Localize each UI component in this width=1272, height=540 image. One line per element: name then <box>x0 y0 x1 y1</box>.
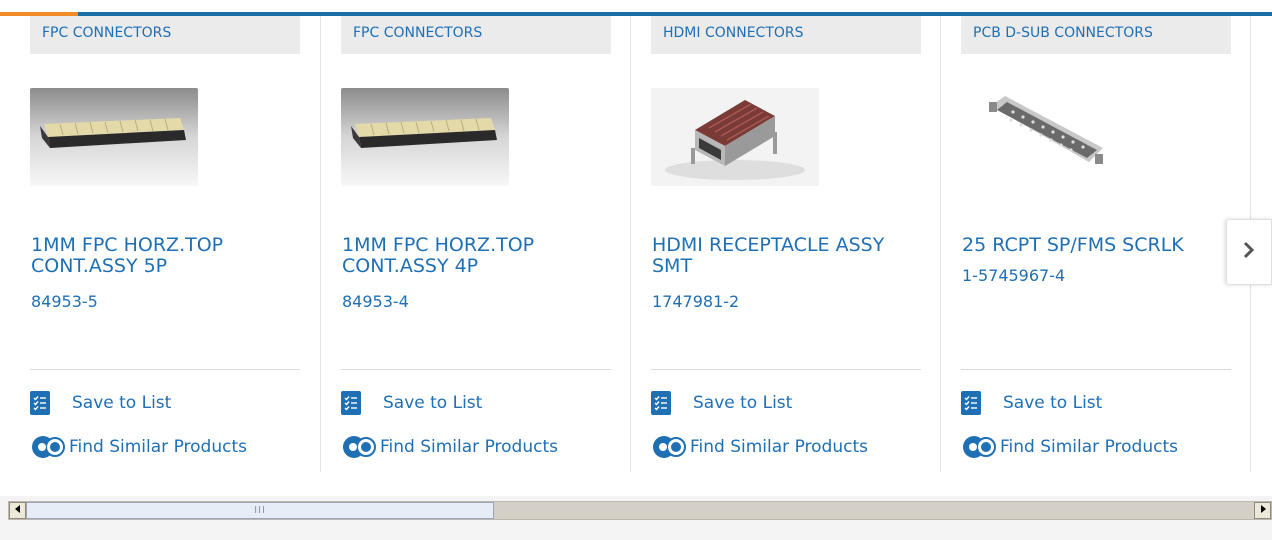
product-title-line: CONT.ASSY 4P <box>342 255 479 277</box>
category-label[interactable]: FPC CONNECTORS <box>341 16 611 54</box>
horizontal-scrollbar[interactable]: III <box>8 501 1272 520</box>
product-card: FPC CONNECTORS 1MM FPC HORZ.TOP CONT.ASS… <box>30 16 300 472</box>
card-divider <box>320 16 321 472</box>
scroll-left-button[interactable] <box>9 502 26 519</box>
card-divider <box>630 16 631 472</box>
find-similar-icon <box>30 433 66 461</box>
category-label[interactable]: FPC CONNECTORS <box>30 16 300 54</box>
category-label[interactable]: HDMI CONNECTORS <box>651 16 921 54</box>
find-similar-label: Find Similar Products <box>690 437 868 457</box>
product-card: FPC CONNECTORS 1MM FPC HORZ.TOP CONT.ASS… <box>341 16 611 472</box>
product-title-line: 1MM FPC HORZ.TOP <box>342 234 535 256</box>
scrollbar-thumb[interactable]: III <box>26 502 494 519</box>
find-similar-button[interactable]: Find Similar Products <box>30 432 247 462</box>
part-number-link[interactable]: 1747981-2 <box>652 292 739 311</box>
product-card: HDMI CONNECTORS HDMI RECEPTACLE ASSY SMT <box>651 16 921 472</box>
save-to-list-label: Save to List <box>1003 393 1103 413</box>
product-title-line: 25 RCPT SP/FMS SCRLK <box>962 234 1184 256</box>
part-number-link[interactable]: 1-5745967-4 <box>962 266 1065 285</box>
product-title-line: CONT.ASSY 5P <box>31 255 168 277</box>
checklist-icon <box>341 391 361 415</box>
save-to-list-label: Save to List <box>693 393 793 413</box>
part-number-link[interactable]: 84953-5 <box>31 292 98 311</box>
product-image[interactable] <box>30 88 198 186</box>
card-divider <box>940 16 941 472</box>
find-similar-button[interactable]: Find Similar Products <box>961 432 1178 462</box>
save-to-list-button[interactable]: Save to List <box>651 388 792 418</box>
find-similar-label: Find Similar Products <box>380 437 558 457</box>
find-similar-button[interactable]: Find Similar Products <box>651 432 868 462</box>
scroll-right-button[interactable] <box>1254 502 1271 519</box>
category-label[interactable]: PCB D-SUB CONNECTORS <box>961 16 1231 54</box>
divider <box>341 369 611 370</box>
product-card: PCB D-SUB CONNECTORS 25 RCPT SP/FMS SCRL… <box>961 16 1231 472</box>
save-to-list-button[interactable]: Save to List <box>30 388 171 418</box>
product-image[interactable] <box>341 88 509 186</box>
product-title-line: SMT <box>652 255 693 277</box>
find-similar-button[interactable]: Find Similar Products <box>341 432 558 462</box>
product-title-line: 1MM FPC HORZ.TOP <box>31 234 224 256</box>
product-title-line: HDMI RECEPTACLE ASSY <box>652 234 885 256</box>
checklist-icon <box>961 391 981 415</box>
find-similar-label: Find Similar Products <box>1000 437 1178 457</box>
find-similar-icon <box>961 433 997 461</box>
save-to-list-button[interactable]: Save to List <box>341 388 482 418</box>
scrollbar-grip: III <box>254 505 266 516</box>
part-number-link[interactable]: 84953-4 <box>342 292 409 311</box>
product-title[interactable]: HDMI RECEPTACLE ASSY SMT <box>652 235 920 277</box>
carousel-next-button[interactable] <box>1226 219 1272 285</box>
product-image[interactable] <box>961 88 1129 186</box>
divider <box>961 369 1231 370</box>
chevron-right-icon <box>1242 238 1256 266</box>
product-carousel: FPC CONNECTORS 1MM FPC HORZ.TOP CONT.ASS… <box>0 0 1272 496</box>
save-to-list-button[interactable]: Save to List <box>961 388 1102 418</box>
product-title[interactable]: 1MM FPC HORZ.TOP CONT.ASSY 4P <box>342 235 610 277</box>
checklist-icon <box>651 391 671 415</box>
save-to-list-label: Save to List <box>72 393 172 413</box>
find-similar-icon <box>651 433 687 461</box>
divider <box>30 369 300 370</box>
find-similar-icon <box>341 433 377 461</box>
find-similar-label: Find Similar Products <box>69 437 247 457</box>
product-title[interactable]: 25 RCPT SP/FMS SCRLK <box>962 235 1230 256</box>
divider <box>651 369 921 370</box>
arrow-left-icon <box>14 505 21 516</box>
product-image[interactable] <box>651 88 819 186</box>
product-title[interactable]: 1MM FPC HORZ.TOP CONT.ASSY 5P <box>31 235 299 277</box>
save-to-list-label: Save to List <box>383 393 483 413</box>
checklist-icon <box>30 391 50 415</box>
arrow-right-icon <box>1260 505 1266 516</box>
